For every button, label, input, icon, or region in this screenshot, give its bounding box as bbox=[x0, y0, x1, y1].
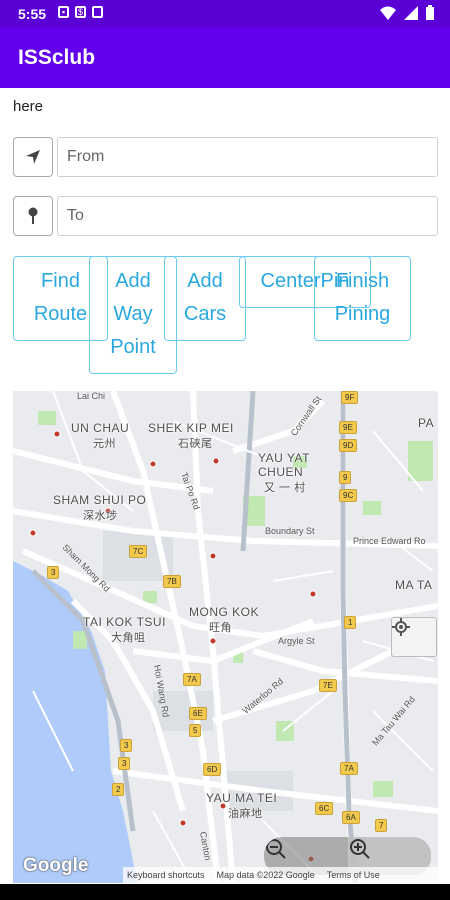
battery-icon bbox=[426, 5, 434, 20]
route-badge: 9D bbox=[339, 439, 358, 452]
add-cars-button[interactable]: Add Cars bbox=[164, 256, 246, 341]
district-label: CHUEN 又 一 村 bbox=[258, 465, 306, 494]
system-icons bbox=[380, 5, 434, 20]
district-label: MONG KOK 旺角 bbox=[189, 605, 260, 634]
route-badge: 3 bbox=[120, 739, 133, 752]
district-label: TAI KOK TSUI 大角咀 bbox=[83, 615, 166, 644]
to-input[interactable] bbox=[57, 196, 438, 236]
signal-icon bbox=[404, 5, 418, 20]
route-badge: 3 bbox=[118, 757, 131, 770]
route-badge: 9E bbox=[339, 421, 357, 434]
street-label: Argyle St bbox=[278, 636, 315, 646]
wifi-icon bbox=[380, 6, 396, 20]
finish-pining-button[interactable]: Finish Pining bbox=[314, 256, 411, 341]
my-location-map-button[interactable] bbox=[391, 617, 437, 657]
zoom-out-icon bbox=[266, 839, 286, 859]
sd-card-icon bbox=[92, 6, 103, 18]
district-label: MA TA bbox=[395, 578, 433, 592]
district-label: UN CHAU 元州 bbox=[71, 421, 130, 450]
route-badge: 1 bbox=[344, 616, 357, 629]
from-row bbox=[13, 137, 438, 179]
route-badge: 6E bbox=[189, 707, 207, 720]
dollar-icon: $ bbox=[75, 6, 86, 18]
app-title: ISSclub bbox=[18, 46, 96, 69]
district-label: SHEK KIP MEI 石硤尾 bbox=[148, 421, 234, 450]
pin-icon bbox=[28, 207, 38, 224]
google-logo: Google bbox=[23, 855, 89, 876]
street-label: Prince Edward Ro bbox=[353, 536, 426, 546]
from-input[interactable] bbox=[57, 137, 438, 177]
route-badge: 6D bbox=[203, 763, 222, 776]
route-badge: 3 bbox=[47, 566, 60, 579]
street-label: Lai Chi bbox=[77, 391, 106, 401]
district-label: SHAM SHUI PO 深水埗 bbox=[53, 493, 147, 522]
district-label: YAU MA TEI 油麻地 bbox=[206, 791, 278, 820]
notification-icons: ▪ $ bbox=[58, 6, 103, 18]
route-badge: 9 bbox=[339, 471, 352, 484]
route-badge: 7E bbox=[319, 679, 337, 692]
status-bar: 5:55 ▪ $ bbox=[0, 0, 450, 28]
route-badge: 7A bbox=[183, 673, 201, 686]
navigation-arrow-icon bbox=[26, 150, 40, 164]
here-label: here bbox=[13, 98, 44, 115]
route-badge: 7C bbox=[129, 545, 148, 558]
route-badge: 6C bbox=[315, 802, 334, 815]
route-badge: 9C bbox=[339, 489, 358, 502]
district-label: PA bbox=[418, 416, 435, 430]
navigation-bar bbox=[0, 884, 450, 900]
notification-icon: ▪ bbox=[58, 6, 69, 18]
my-location-button[interactable] bbox=[13, 137, 53, 177]
route-badge: 2 bbox=[112, 783, 125, 796]
route-badge: 6A bbox=[342, 811, 360, 824]
app-bar: ISSclub bbox=[0, 28, 450, 88]
street-label: Boundary St bbox=[265, 526, 315, 536]
destination-pin-button[interactable] bbox=[13, 196, 53, 236]
route-badge: 7A bbox=[340, 762, 358, 775]
crosshair-icon bbox=[392, 618, 410, 636]
zoom-in-icon bbox=[350, 839, 370, 859]
map-data-text: Map data ©2022 Google bbox=[216, 870, 315, 880]
route-badge: 7 bbox=[375, 819, 388, 832]
map-attribution: Keyboard shortcuts Map data ©2022 Google… bbox=[123, 867, 438, 883]
route-badge: 5 bbox=[189, 724, 202, 737]
status-time: 5:55 bbox=[18, 6, 47, 22]
route-badge: 7B bbox=[163, 575, 181, 588]
route-badge: 9F bbox=[341, 391, 359, 404]
to-row bbox=[13, 196, 438, 238]
district-label: YAU YAT bbox=[258, 451, 310, 465]
keyboard-shortcuts-link[interactable]: Keyboard shortcuts bbox=[127, 870, 205, 880]
terms-link[interactable]: Terms of Use bbox=[327, 870, 380, 880]
map-view[interactable]: UN CHAU 元州 SHEK KIP MEI 石硤尾 SHAM SHUI PO 深水… bbox=[13, 391, 438, 883]
